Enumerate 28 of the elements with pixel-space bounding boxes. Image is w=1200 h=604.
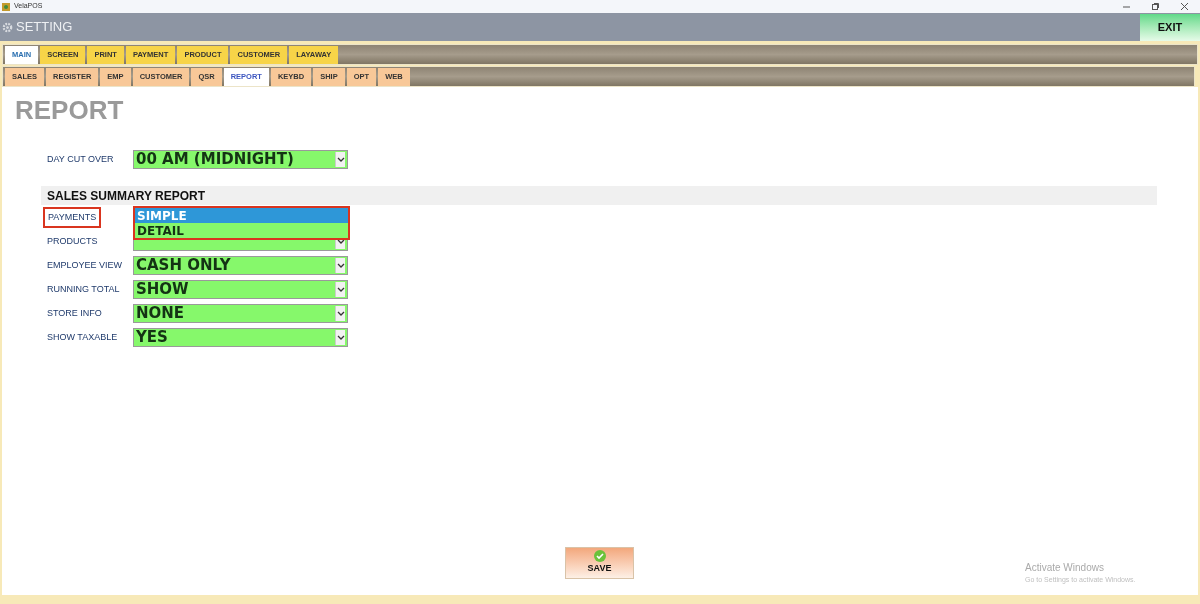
field-label: RUNNING TOTAL — [47, 282, 120, 296]
field-label: SHOW TAXABLE — [47, 330, 118, 344]
dropdown-field[interactable]: 00 AM (MIDNIGHT) — [133, 150, 348, 169]
caret-icon — [336, 262, 345, 269]
section-header: SALES SUMMARY REPORT — [41, 186, 1157, 205]
caret-icon — [336, 156, 345, 163]
activation-title: Activate Windows — [1025, 561, 1105, 575]
field-label: STORE INFO — [47, 306, 102, 320]
save-button[interactable]: SAVE — [565, 547, 634, 579]
dropdown-field[interactable]: NONE — [133, 304, 348, 323]
dropdown-field[interactable]: SHOW — [133, 280, 348, 299]
caret-icon — [336, 310, 345, 317]
check-icon — [593, 550, 606, 563]
field-label: EMPLOYEE VIEW — [47, 258, 123, 272]
field-label: PRODUCTS — [47, 234, 98, 248]
restore-icon[interactable] — [1152, 3, 1159, 10]
caret-icon — [336, 238, 345, 245]
dropdown-field[interactable]: YES — [133, 328, 348, 347]
caret-icon — [336, 286, 345, 293]
dropdown-field[interactable]: CASH ONLY — [133, 256, 348, 275]
field-label: DAY CUT OVER — [47, 152, 115, 166]
gear-icon — [2, 21, 13, 33]
caret-icon — [336, 334, 345, 341]
page-title: REPORT — [15, 97, 125, 123]
close-icon[interactable] — [1181, 3, 1188, 10]
app-icon — [2, 2, 10, 11]
page-header-title: SETTING — [16, 18, 73, 37]
exit-button[interactable]: EXIT — [1140, 13, 1200, 41]
